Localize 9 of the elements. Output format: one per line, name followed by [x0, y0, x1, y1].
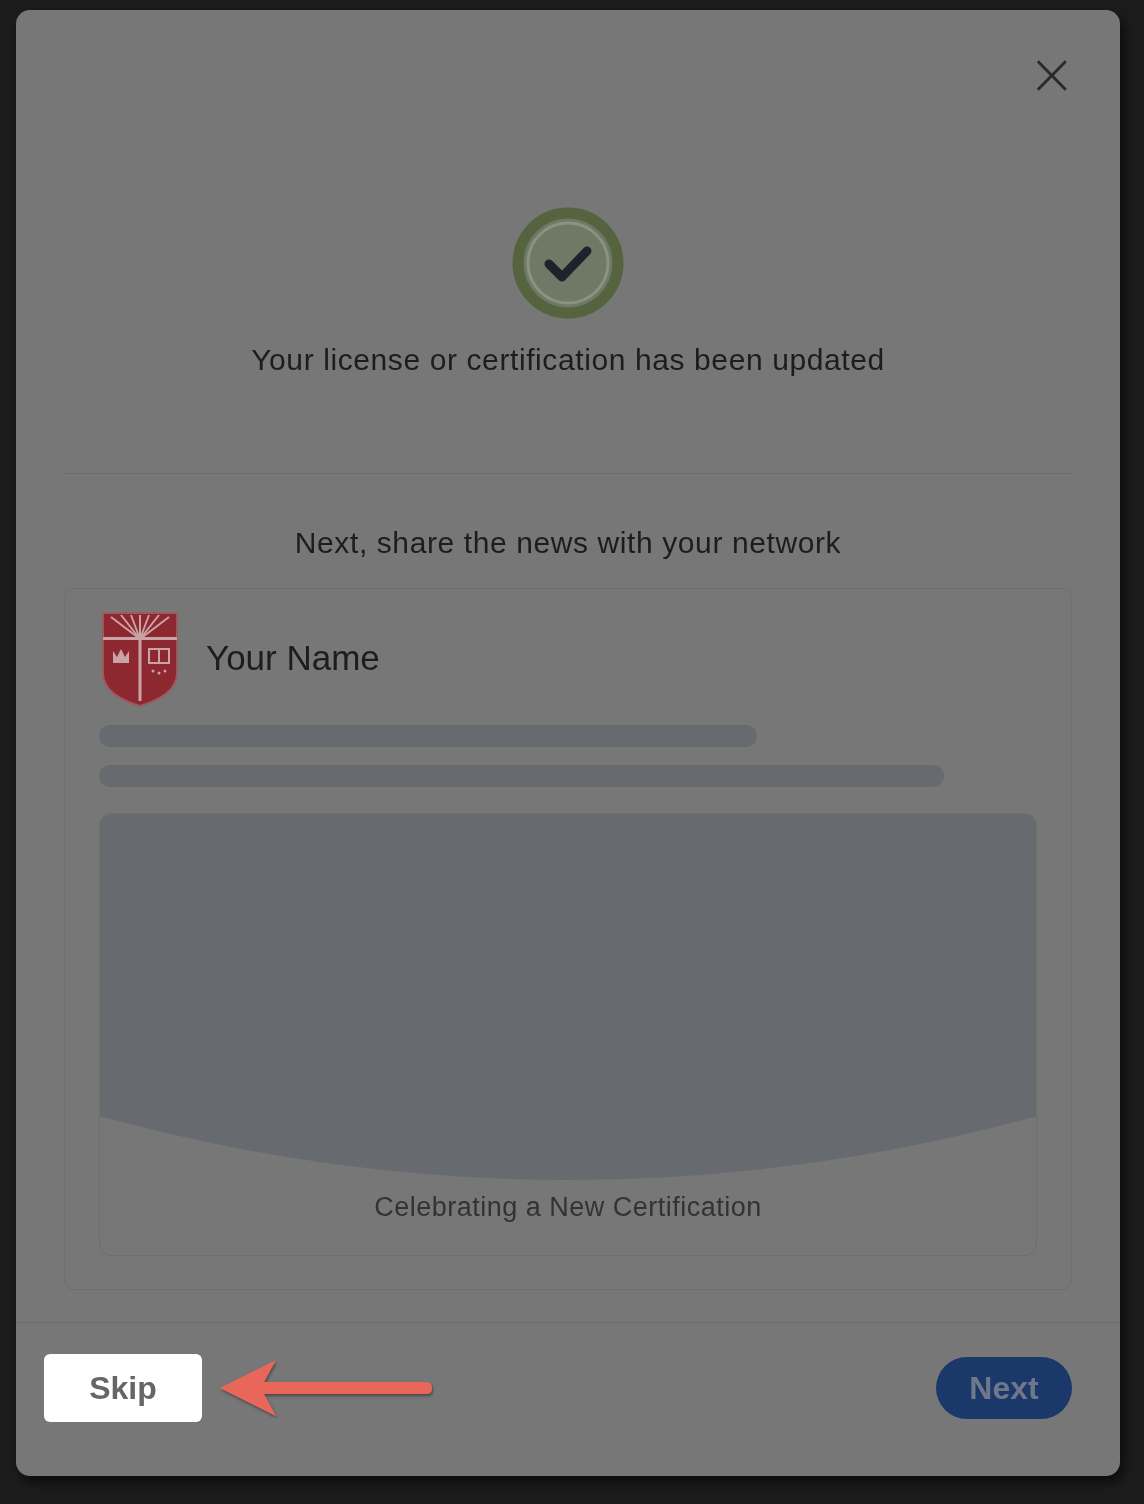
share-heading: Next, share the news with your network: [293, 526, 843, 560]
confirmation-title: Your license or certification has been updated: [250, 343, 886, 377]
profile-name: Your Name: [206, 637, 380, 678]
close-button[interactable]: ×: [1027, 54, 1076, 94]
next-button[interactable]: Next: [936, 1357, 1072, 1419]
shield-logo-icon: [101, 611, 179, 708]
skip-button[interactable]: Skip: [44, 1354, 202, 1422]
card-caption: Celebrating a New Certification: [374, 1192, 762, 1223]
check-circle-icon: [512, 207, 624, 319]
